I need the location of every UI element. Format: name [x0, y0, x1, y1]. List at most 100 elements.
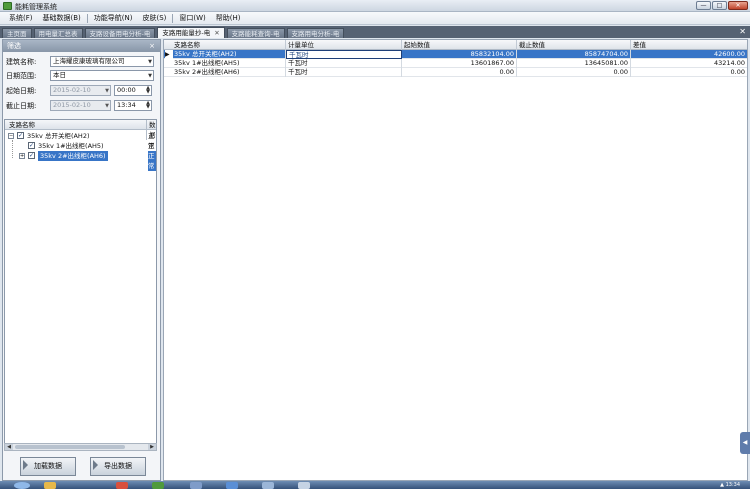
- minimize-button[interactable]: —: [696, 1, 711, 10]
- start-date-row: 起始日期: 2015-02-10 ▼ 00:00 ▲ ▼: [6, 85, 152, 96]
- app-task-icon[interactable]: [116, 482, 128, 489]
- maximize-button[interactable]: □: [712, 1, 727, 10]
- explorer-icon[interactable]: [44, 482, 56, 489]
- date-range-value: 本日: [53, 71, 66, 79]
- chevron-down-icon: ▼: [105, 88, 109, 94]
- collapse-icon[interactable]: −: [8, 133, 14, 139]
- app-task-icon[interactable]: [226, 482, 238, 489]
- menu-separator: [86, 13, 88, 23]
- end-date-label: 截止日期:: [6, 101, 37, 110]
- column-header-end[interactable]: 截止数值: [517, 40, 631, 50]
- tab-branch-device-analysis[interactable]: 支路设备用电分析-电: [84, 28, 156, 38]
- tree-item-status: 正常: [148, 151, 156, 171]
- menu-skin[interactable]: 皮肤(S): [137, 13, 171, 23]
- column-header-start[interactable]: 起始数值: [402, 40, 517, 50]
- end-date-value: 2015-02-10: [53, 101, 91, 109]
- spin-arrows-icon[interactable]: ▲ ▼: [146, 101, 150, 110]
- end-date-row: 截止日期: 2015-02-10 ▼ 13:34 ▲ ▼: [6, 100, 152, 111]
- checkbox[interactable]: ✓: [28, 152, 35, 159]
- tab-branch-meter-reading[interactable]: 支路用能量抄-电 ✕: [157, 27, 225, 38]
- branch-tree: 支路名称 数据 − ✓ 35kv 总开关柜(AH2) 正常 ✓ 35kv 1#出…: [4, 119, 157, 451]
- menu-basic-data[interactable]: 基础数据(B): [38, 13, 86, 23]
- menu-system[interactable]: 系统(F): [4, 13, 38, 23]
- tab-home[interactable]: 主页面: [2, 28, 32, 38]
- table-row[interactable]: ▶ 35kv 总开关柜(AH2) 千瓦时 85832104.00 8587470…: [164, 50, 747, 59]
- cell-unit[interactable]: 千瓦时: [286, 50, 402, 59]
- taskbar: ▲ 13:34: [0, 481, 750, 489]
- menu-window[interactable]: 窗口(W): [174, 13, 210, 23]
- end-time-input[interactable]: 13:34 ▲ ▼: [114, 100, 152, 111]
- app-task-icon[interactable]: [262, 482, 274, 489]
- scroll-left-icon[interactable]: ◀: [5, 444, 13, 450]
- menu-bar: 系统(F) 基础数据(B) 功能导航(N) 皮肤(S) 窗口(W) 帮助(H): [0, 12, 750, 25]
- cell-diff[interactable]: 42600.00: [631, 50, 747, 59]
- table-row[interactable]: 35kv 1#出线柜(AH5) 千瓦时 13601867.00 13645081…: [164, 59, 747, 68]
- document-tab-bar: 主页面 用电量汇总表 支路设备用电分析-电 支路用能量抄-电 ✕ 支路能耗查询-电…: [0, 26, 750, 38]
- cell-end[interactable]: 85874704.00: [517, 50, 631, 59]
- date-range-label: 日期范围:: [6, 71, 37, 80]
- app-task-icon[interactable]: [152, 482, 164, 489]
- date-range-select[interactable]: 本日 ▼: [50, 70, 154, 81]
- load-data-button[interactable]: 加载数据: [20, 457, 76, 476]
- cell-start[interactable]: 0.00: [402, 68, 517, 77]
- cell-start[interactable]: 85832104.00: [402, 50, 517, 59]
- menu-navigation[interactable]: 功能导航(N): [89, 13, 138, 23]
- building-select[interactable]: 上海耀皮康玻璃有限公司 ▼: [50, 56, 154, 67]
- app-task-icon[interactable]: [190, 482, 202, 489]
- column-header-diff[interactable]: 差值: [631, 40, 747, 50]
- date-range-row: 日期范围: 本日 ▼: [6, 70, 154, 81]
- spin-arrows-icon[interactable]: ▲ ▼: [146, 86, 150, 95]
- start-date-value: 2015-02-10: [53, 86, 91, 94]
- end-time-value: 13:34: [117, 101, 136, 109]
- close-all-tabs-icon[interactable]: ✕: [739, 27, 746, 36]
- cell-branch[interactable]: 35kv 总开关柜(AH2): [172, 50, 286, 59]
- building-label: 建筑名称:: [6, 57, 37, 66]
- tree-item[interactable]: + ✓ 35kv 2#出线柜(AH6) 正常: [5, 151, 156, 171]
- tree-header-name[interactable]: 支路名称: [9, 121, 35, 129]
- start-time-input[interactable]: 00:00 ▲ ▼: [114, 85, 152, 96]
- tab-power-summary[interactable]: 用电量汇总表: [33, 28, 83, 38]
- window-title: 能耗管理系统: [15, 3, 57, 11]
- cell-branch[interactable]: 35kv 1#出线柜(AH5): [172, 59, 286, 68]
- tab-close-icon[interactable]: ✕: [214, 29, 219, 37]
- close-button[interactable]: ✕: [728, 1, 748, 10]
- tab-branch-usage-analysis[interactable]: 支路用电分析-电: [286, 28, 345, 38]
- system-tray[interactable]: ▲ 13:34: [720, 482, 740, 488]
- export-data-button[interactable]: 导出数据: [90, 457, 146, 476]
- checkbox[interactable]: ✓: [28, 142, 35, 149]
- filter-panel-title: 筛选: [7, 42, 21, 50]
- tree-item[interactable]: − ✓ 35kv 总开关柜(AH2) 正常: [5, 131, 156, 150]
- cell-diff[interactable]: 43214.00: [631, 59, 747, 68]
- cell-unit[interactable]: 千瓦时: [286, 68, 402, 77]
- column-header-branch[interactable]: 支路名称: [172, 40, 286, 50]
- end-date-input[interactable]: 2015-02-10 ▼: [50, 100, 111, 111]
- tab-label: 支路用能量抄-电: [162, 29, 211, 37]
- tab-branch-consumption-query[interactable]: 支路能耗查询-电: [226, 28, 285, 38]
- menu-help[interactable]: 帮助(H): [211, 13, 246, 23]
- meter-reading-grid: 支路名称 计量单位 起始数值 截止数值 差值 ▶ 35kv 总开关柜(AH2) …: [163, 39, 748, 481]
- cell-end[interactable]: 0.00: [517, 68, 631, 77]
- app-task-icon[interactable]: [298, 482, 310, 489]
- building-value: 上海耀皮康玻璃有限公司: [53, 57, 125, 65]
- tree-item[interactable]: ✓ 35kv 1#出线柜(AH5) 正常: [5, 141, 156, 160]
- expand-icon[interactable]: +: [19, 153, 25, 159]
- column-header-unit[interactable]: 计量单位: [286, 40, 402, 50]
- chevron-down-icon: ▼: [148, 73, 152, 79]
- chevron-down-icon: ▼: [105, 103, 109, 109]
- side-panel-tab[interactable]: ◀: [740, 432, 750, 454]
- pin-icon[interactable]: ×: [149, 40, 155, 52]
- cell-end[interactable]: 13645081.00: [517, 59, 631, 68]
- table-row[interactable]: 35kv 2#出线柜(AH6) 千瓦时 0.00 0.00 0.00: [164, 68, 747, 77]
- cell-start[interactable]: 13601867.00: [402, 59, 517, 68]
- cell-branch[interactable]: 35kv 2#出线柜(AH6): [172, 68, 286, 77]
- cell-unit[interactable]: 千瓦时: [286, 59, 402, 68]
- cell-diff[interactable]: 0.00: [631, 68, 747, 77]
- scroll-right-icon[interactable]: ▶: [148, 444, 156, 450]
- start-button-icon[interactable]: [14, 482, 30, 489]
- checkbox[interactable]: ✓: [17, 132, 24, 139]
- start-date-input[interactable]: 2015-02-10 ▼: [50, 85, 111, 96]
- title-bar: 能耗管理系统 — □ ✕: [0, 0, 750, 12]
- scroll-thumb[interactable]: [15, 445, 125, 449]
- tree-horizontal-scrollbar[interactable]: ◀ ▶: [4, 443, 157, 451]
- window-controls: — □ ✕: [696, 1, 748, 10]
